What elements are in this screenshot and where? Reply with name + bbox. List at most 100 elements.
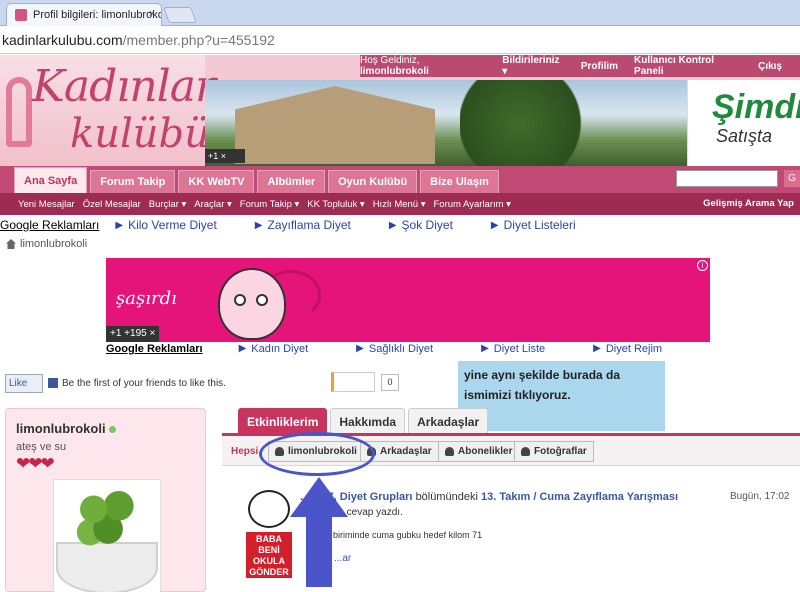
ad-link[interactable]: Kilo Verme Diyet (128, 218, 217, 232)
tree-image (460, 80, 610, 166)
google-ads-title[interactable]: Google Reklamları (106, 343, 203, 355)
subnav-forum-settings[interactable]: Forum Ayarlarım ▾ (434, 199, 511, 210)
user-top-nav: Hoş Geldiniz, limonlubrokoli Bildirileri… (360, 55, 800, 77)
ad-link[interactable]: Zayıflama Diyet (267, 218, 350, 232)
browser-tab[interactable]: Profil bilgileri: limonlubrokoli × (6, 3, 162, 26)
breadcrumb-username[interactable]: limonlubrokoli (20, 238, 87, 250)
like-label: Like (9, 378, 28, 389)
breadcrumb: limonlubrokoli (6, 238, 87, 250)
ad-link[interactable]: Şok Diyet (402, 218, 453, 232)
check-icon (445, 447, 454, 456)
main-nav-tabs: Ana Sayfa Forum Takip KK WebTV Albümler … (0, 166, 800, 193)
ad-link[interactable]: Sağlıklı Diyet (369, 343, 433, 355)
arrow-icon: ▶ (481, 343, 489, 354)
site-header: Kadınlar kulübü +1 × Şimdi Satışta Hoş G… (0, 55, 800, 166)
header-ad[interactable]: Şimdi Satışta (687, 80, 800, 166)
subnav-horoscopes[interactable]: Burçlar ▾ (149, 199, 187, 210)
gplus-count: 0 (381, 374, 399, 391)
home-icon[interactable] (6, 239, 16, 249)
tab-albums[interactable]: Albümler (257, 170, 326, 193)
ad-links-top: Google Reklamları ▶ Kilo Verme Diyet ▶ Zay… (0, 217, 800, 233)
greeting-username[interactable]: limonlubrokoli (360, 66, 429, 77)
profile-link[interactable]: Profilim (581, 61, 618, 72)
favicon-icon (15, 9, 27, 21)
arrow-icon: ▶ (356, 343, 364, 354)
address-bar[interactable]: kadinlarkulubu.com/member.php?u=455192 (0, 26, 800, 54)
subnav-quick-menu[interactable]: Hızlı Menü ▾ (373, 199, 426, 210)
profile-avatar[interactable] (53, 479, 161, 592)
broccoli-graphic (72, 486, 144, 552)
site-logo[interactable]: Kadınlar kulübü (0, 55, 216, 166)
profile-username: limonlubrokoli (16, 421, 116, 436)
ad-link[interactable]: Diyet Liste (494, 343, 545, 355)
banner-face-graphic (218, 268, 286, 340)
logo-line-2: kulübü (70, 111, 210, 157)
header-ad-image[interactable] (205, 80, 687, 166)
search-go-button[interactable]: G (784, 170, 800, 187)
feed-time: Bugün, 17:02 (730, 491, 790, 502)
arrow-icon: ▶ (238, 343, 247, 354)
feed-thread-link[interactable]: 13. Takım / Cuma Zayıflama Yarışması (481, 491, 678, 503)
facebook-icon (48, 378, 58, 389)
arrow-icon: ▶ (254, 219, 263, 231)
ad-link[interactable]: Kadın Diyet (251, 343, 308, 355)
arrow-icon: ▶ (490, 219, 499, 231)
control-panel-link[interactable]: Kullanıcı Kontrol Paneli (634, 55, 742, 77)
logout-link[interactable]: Çıkış (758, 61, 782, 72)
arrow-icon: ▶ (388, 219, 397, 231)
feed-section-text: bölümündeki (415, 491, 478, 503)
subnav-community[interactable]: KK Topluluk ▾ (307, 199, 364, 210)
new-tab-button[interactable] (163, 7, 197, 23)
annotation-circle (259, 432, 375, 476)
header-ad-line-1: Şimdi (712, 88, 800, 126)
logo-line-1: Kadınlar (32, 61, 216, 112)
tab-friends[interactable]: Arkadaşlar (408, 408, 489, 434)
arrow-icon: ▶ (115, 219, 124, 231)
eye-graphic (256, 294, 268, 306)
gplus-button[interactable] (331, 372, 375, 392)
advanced-search-link[interactable]: Gelişmiş Arama Yap (703, 198, 794, 209)
annotation-arrow-icon (290, 477, 348, 587)
subnav-tools[interactable]: Araçlar ▾ (194, 199, 232, 210)
search-input[interactable] (676, 170, 778, 187)
avatar-sign: BABA BENİ OKULA GÖNDER (246, 532, 292, 578)
subnav-new-posts[interactable]: Yeni Mesajlar (18, 199, 75, 210)
subnav-private-messages[interactable]: Özel Mesajlar (83, 199, 141, 210)
ribbon-icon (6, 77, 32, 147)
profile-motto: ateş ve su (16, 441, 67, 453)
house-image (235, 86, 435, 164)
filter-photos-button[interactable]: Fotoğraflar (514, 441, 594, 462)
tab-activities[interactable]: Etkinliklerim (238, 408, 328, 434)
sub-nav: Yeni Mesajlar Özel Mesajlar Burçlar ▾ Ar… (0, 193, 800, 215)
filter-subscriptions-button[interactable]: Abonelikler (438, 441, 520, 462)
header-ad-line-2: Satışta (716, 126, 773, 146)
ad-link[interactable]: Diyet Rejim (606, 343, 662, 355)
banner-share-count[interactable]: +1 +195 × (106, 326, 160, 342)
info-icon[interactable]: i (697, 260, 708, 271)
subnav-forum-follow[interactable]: Forum Takip ▾ (240, 199, 300, 210)
tab-webtv[interactable]: KK WebTV (178, 170, 255, 193)
facebook-like-text: Be the first of your friends to like thi… (48, 378, 226, 389)
ad-link[interactable]: Diyet Listeleri (504, 218, 576, 232)
tab-game-club[interactable]: Oyun Kulübü (328, 170, 418, 193)
ad-links-bottom: Google Reklamları ▶ Kadın Diyet ▶ Sağlıklı… (106, 343, 710, 355)
hearts-icon: ❤❤❤ (16, 454, 55, 473)
url-host: kadinlarkulubu.com (2, 31, 123, 48)
feed-headline: ...ca87, Diyet Grupları bölümündeki 13. … (300, 491, 678, 503)
notifications-menu[interactable]: Bildirileriniz ▾ (502, 55, 565, 77)
google-ads-title[interactable]: Google Reklamları (0, 218, 99, 232)
browser-tab-strip: Profil bilgileri: limonlubrokoli × (0, 0, 800, 26)
eye-graphic (234, 294, 246, 306)
annotation-note: yine aynı şekilde burada da ismimizi tık… (458, 361, 665, 431)
close-tab-icon[interactable]: × (149, 8, 155, 20)
gplus-badge[interactable]: +1 × (205, 149, 245, 163)
tab-about[interactable]: Hakkımda (330, 408, 406, 434)
tab-title: Profil bilgileri: limonlubrokoli (33, 9, 162, 21)
profile-sidebar: limonlubrokoli ateş ve su ❤❤❤ (5, 408, 206, 592)
facebook-like-button[interactable]: Like (5, 374, 43, 393)
tab-home[interactable]: Ana Sayfa (14, 167, 88, 193)
tab-contact[interactable]: Bize Ulaşın (420, 170, 499, 193)
banner-ad[interactable]: şaşırdı +1 +195 × i (106, 258, 710, 342)
online-status-icon (108, 426, 116, 434)
tab-forum-follow[interactable]: Forum Takip (90, 170, 176, 193)
